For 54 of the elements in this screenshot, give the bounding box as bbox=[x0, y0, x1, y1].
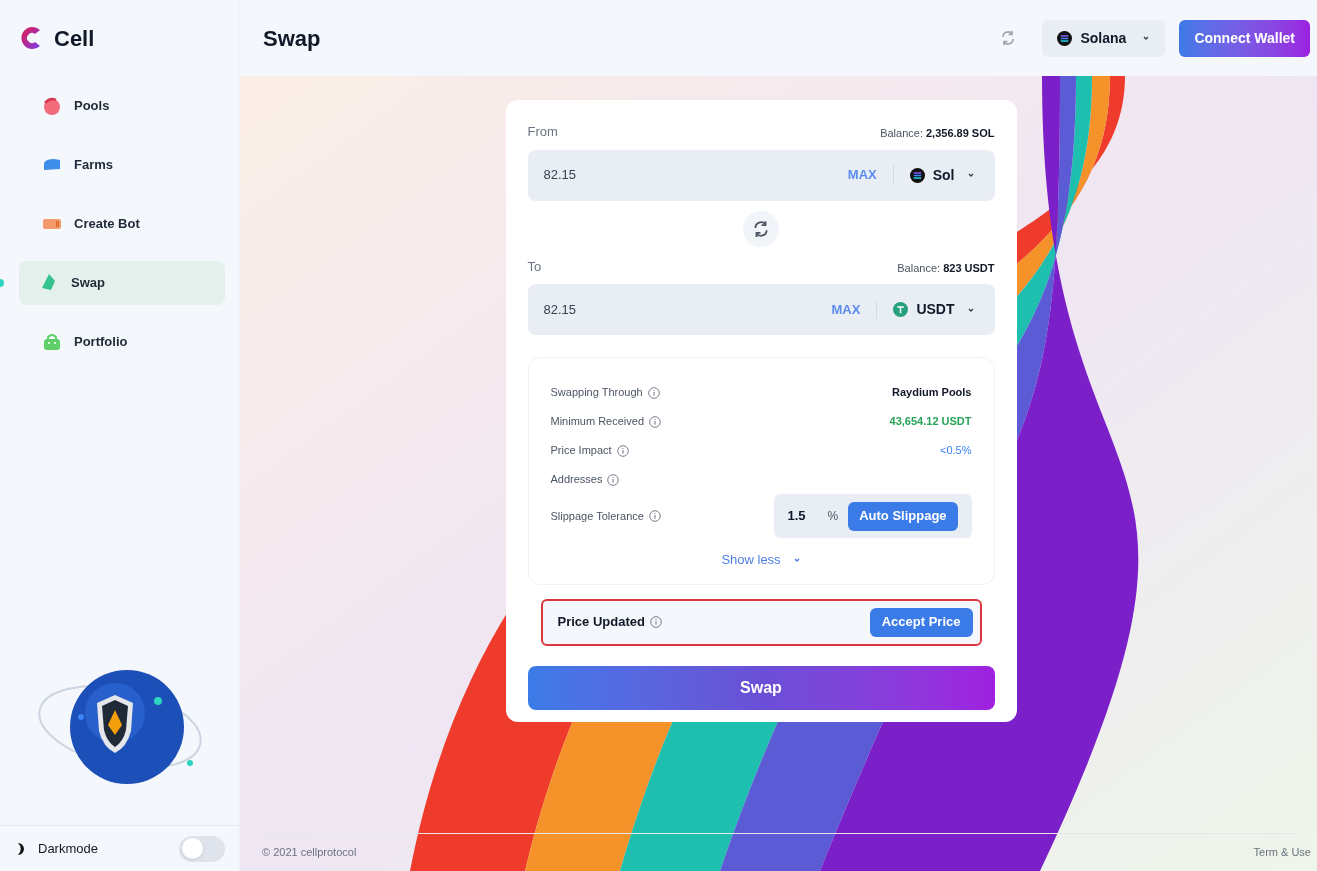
detail-label: Addresses bbox=[550, 472, 603, 488]
caret-icon bbox=[966, 306, 975, 313]
amount-field[interactable]: 82.15 bbox=[543, 299, 816, 320]
detail-label: Minimum Received bbox=[550, 414, 645, 430]
coin-icon bbox=[893, 302, 909, 317]
moon-icon bbox=[17, 842, 26, 855]
connect-wallet-button[interactable]: Connect Wallet bbox=[1179, 19, 1310, 57]
darkmode-toggle[interactable] bbox=[179, 835, 225, 862]
info-icon bbox=[647, 386, 660, 399]
detail-label: Swapping Through bbox=[550, 385, 643, 401]
brand-name: Cell bbox=[54, 24, 95, 53]
slippage-field[interactable]: 1.5 bbox=[787, 506, 818, 526]
refresh-icon[interactable] bbox=[1000, 30, 1017, 46]
caret-icon bbox=[966, 172, 975, 178]
detail-label: Slippage Tolerance bbox=[550, 508, 644, 524]
copyright-text: © 2021 cellprotocol bbox=[262, 845, 357, 861]
info-icon bbox=[649, 415, 662, 428]
active-indicator bbox=[0, 279, 4, 287]
token-select[interactable]: Sol bbox=[893, 164, 975, 186]
nav-item[interactable]: Pools bbox=[19, 84, 225, 128]
nav-item[interactable]: Create Bot bbox=[19, 202, 225, 246]
auto-slippage-button[interactable]: Auto Slippage bbox=[848, 501, 958, 531]
coin-icon bbox=[1057, 30, 1073, 46]
nav-item[interactable]: Farms bbox=[19, 143, 225, 187]
accept-price-button[interactable]: Accept Price bbox=[869, 607, 973, 637]
price-updated-label: Price Updated bbox=[557, 613, 645, 632]
darkmode-label: Darkmode bbox=[38, 839, 98, 858]
info-icon bbox=[648, 510, 661, 522]
nav-item[interactable]: Portfolio bbox=[19, 320, 225, 364]
detail-value: Raydium Pools bbox=[892, 385, 972, 401]
detail-label: Price Impact bbox=[550, 443, 612, 459]
detail-value: 43,654.12 USDT bbox=[889, 414, 972, 430]
token-select[interactable]: USDT bbox=[877, 299, 975, 320]
caret-icon bbox=[1142, 35, 1151, 41]
info-icon bbox=[607, 473, 620, 486]
swap-arrows-icon bbox=[752, 219, 770, 238]
info-icon bbox=[649, 616, 662, 628]
field-label: To bbox=[527, 257, 542, 276]
amount-field[interactable]: 82.15 bbox=[543, 165, 832, 185]
info-icon bbox=[616, 444, 629, 457]
swap-button[interactable]: Swap bbox=[527, 665, 995, 710]
show-less-button[interactable]: Show less bbox=[721, 550, 801, 570]
nav-item[interactable]: Swap bbox=[19, 261, 225, 305]
page-title: Swap bbox=[263, 24, 322, 53]
caret-icon bbox=[792, 556, 801, 563]
balance-text: Balance: 823 USDT bbox=[897, 260, 995, 276]
terms-link[interactable]: Term & Use bbox=[1253, 844, 1311, 861]
field-label: From bbox=[527, 123, 558, 141]
detail-value: <0.5% bbox=[940, 443, 972, 459]
switch-button[interactable] bbox=[743, 210, 779, 247]
network-select[interactable]: Solana bbox=[1042, 19, 1166, 57]
balance-text: Balance: 2,356.89 SOL bbox=[880, 126, 995, 141]
percent-sign: % bbox=[827, 508, 839, 525]
coin-icon bbox=[909, 167, 925, 183]
